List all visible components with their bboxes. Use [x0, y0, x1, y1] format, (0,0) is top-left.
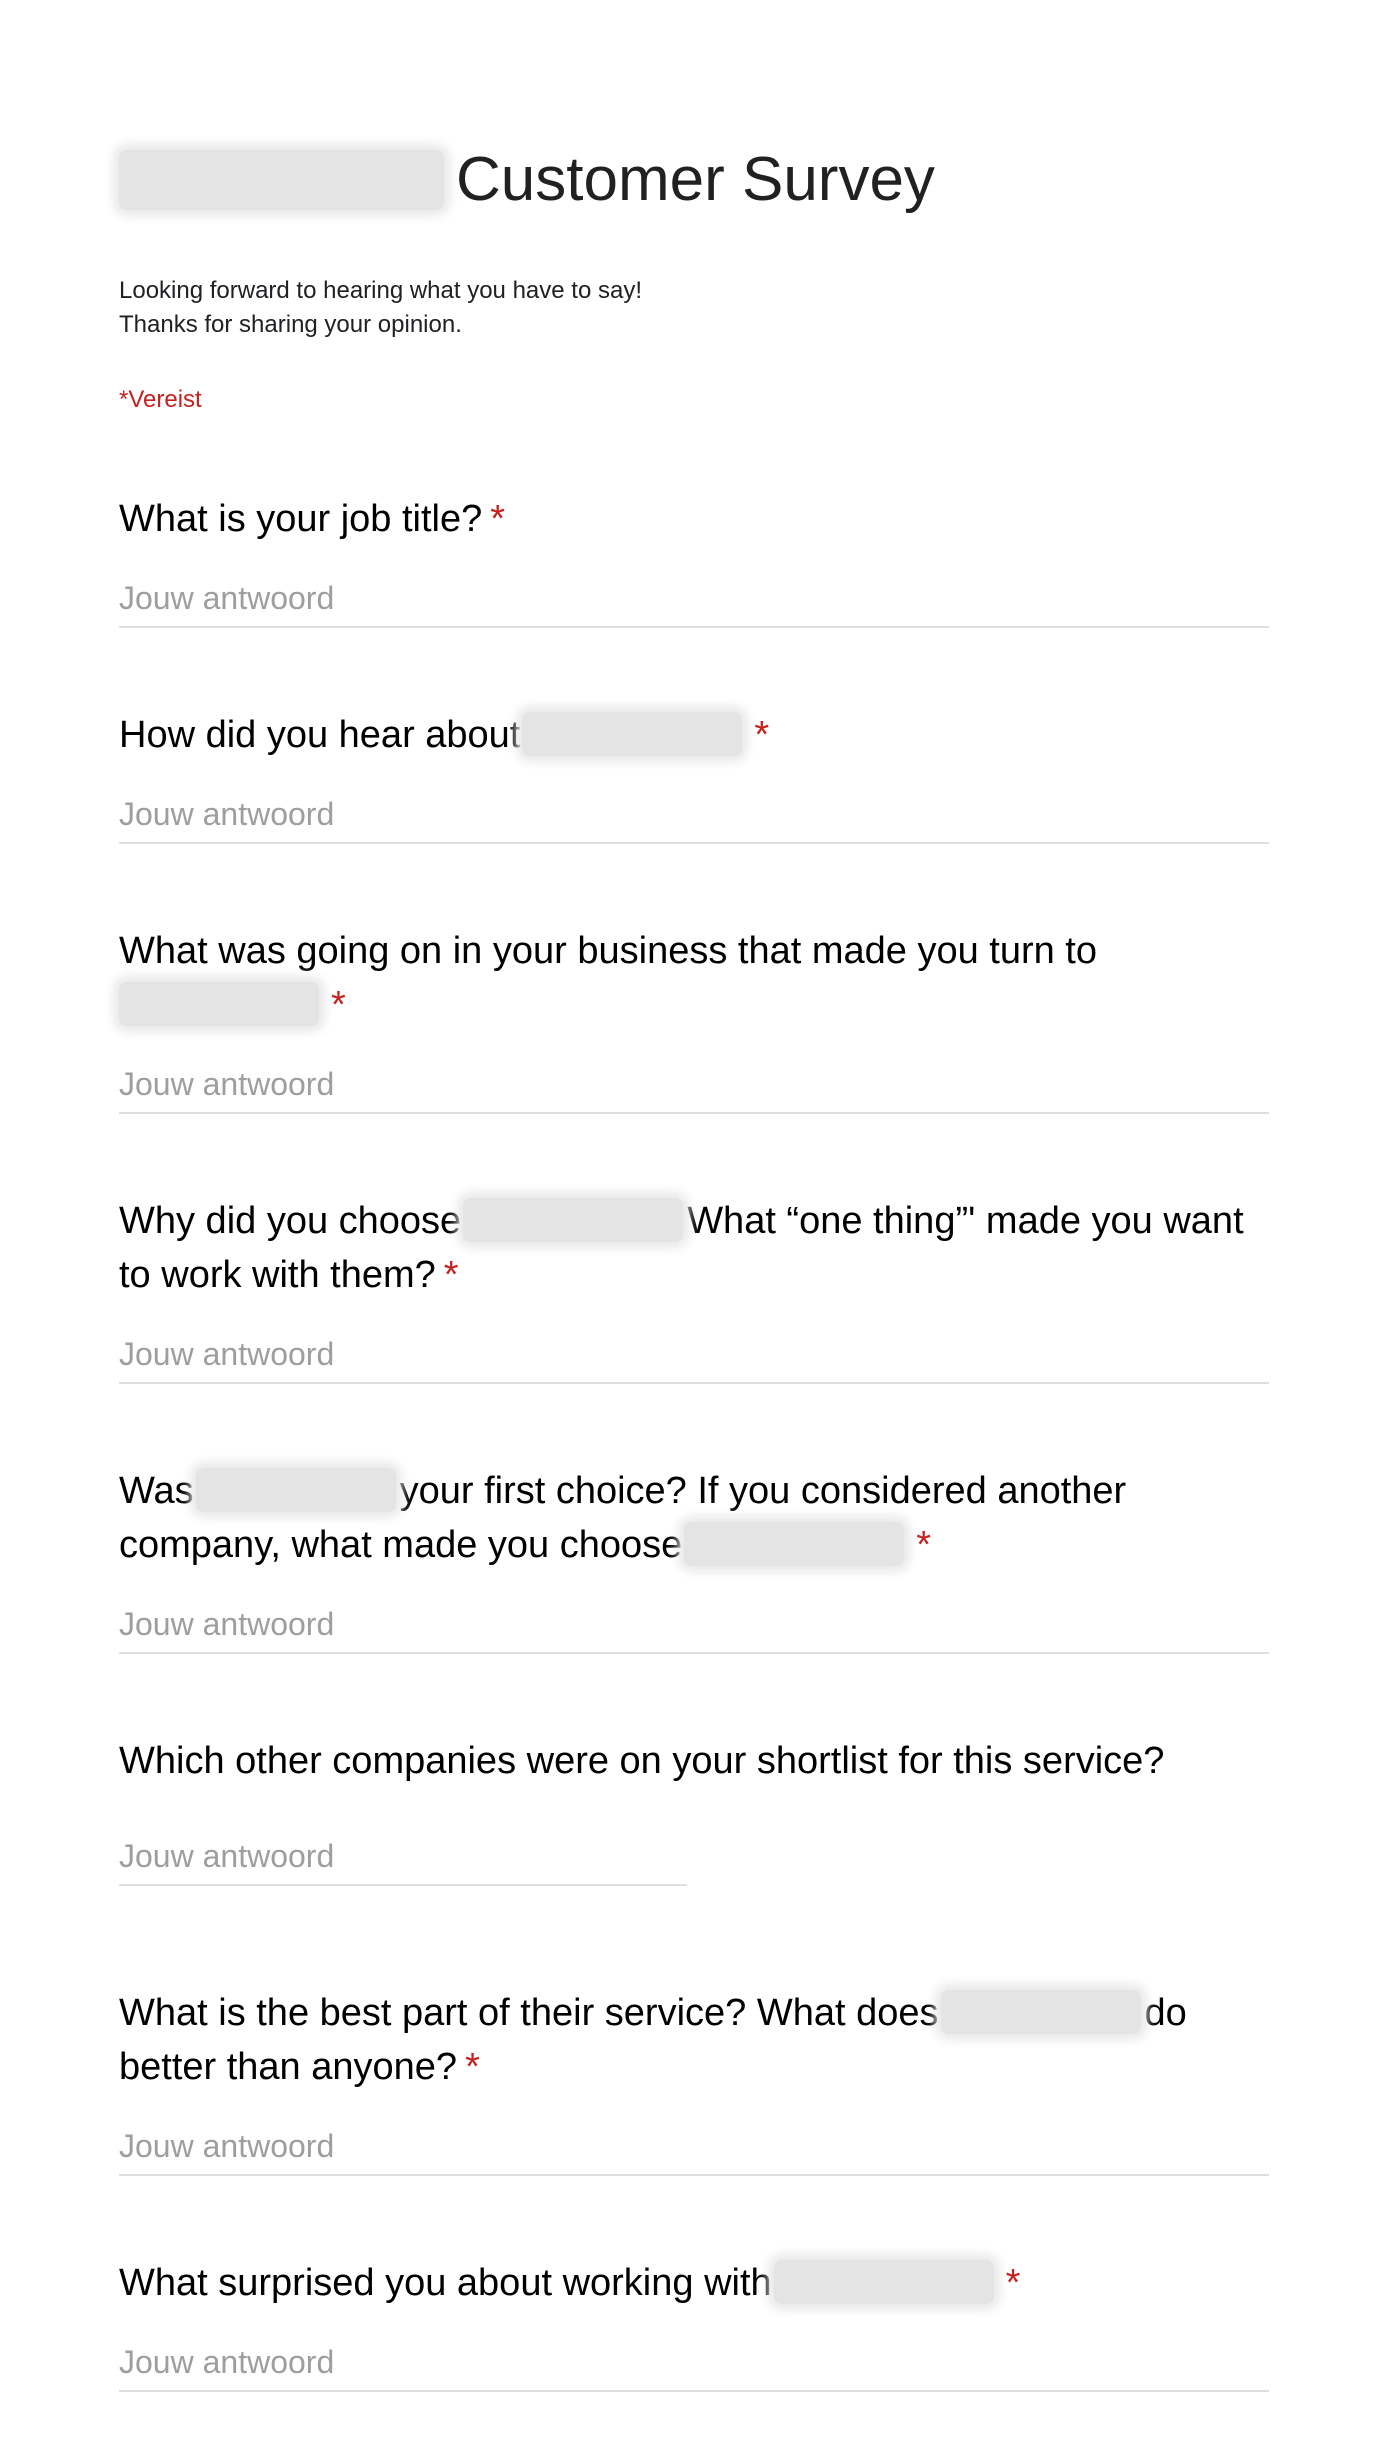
required-note: *Vereist	[119, 386, 202, 413]
description-line: Looking forward to hearing what you have…	[119, 277, 642, 304]
question-surprised: What surprised you about working with *	[119, 2256, 1269, 2310]
description-line: Thanks for sharing your opinion.	[119, 311, 462, 338]
question-why-choose: Why did you choose What “one thing”' made…	[119, 1194, 1269, 1302]
question-text: What surprised you about working with	[119, 2262, 772, 2304]
question-title: What is the best part of their service? …	[119, 1986, 1269, 2094]
answer-field[interactable]	[119, 1602, 1269, 1654]
question-best-part: What is the best part of their service? …	[119, 1986, 1269, 2094]
question-business-reason: What was going on in your business that …	[119, 924, 1269, 1032]
redacted-company-name	[684, 1521, 905, 1566]
question-title: What is your job title? *	[119, 492, 1269, 546]
answer-field[interactable]	[119, 1332, 1269, 1384]
answer-field[interactable]	[119, 576, 1269, 628]
redacted-company-name	[522, 711, 743, 756]
question-title: Why did you choose What “one thing”' made…	[119, 1194, 1269, 1302]
answer-field[interactable]	[119, 1834, 687, 1886]
question-text: Why did you choose	[119, 1200, 462, 1242]
redacted-company-name	[119, 981, 319, 1026]
redacted-company-name	[195, 1467, 396, 1512]
question-first-choice: Was your first choice? If you considered …	[119, 1464, 1269, 1572]
required-star: *	[443, 1254, 459, 1296]
answer-field[interactable]	[119, 2124, 1269, 2176]
form-title: Customer Survey	[456, 145, 935, 214]
question-hear-about: How did you hear about *	[119, 708, 1269, 762]
question-title: How did you hear about *	[119, 708, 1269, 762]
required-star: *	[465, 2046, 480, 2088]
redacted-company-name	[940, 1989, 1141, 2034]
required-star: *	[331, 984, 346, 1026]
required-star: *	[916, 1524, 932, 1566]
form-description: Looking forward to hearing what you have…	[119, 274, 642, 342]
question-job-title: What is your job title? *	[119, 492, 1269, 546]
redacted-company-name	[119, 150, 444, 210]
question-text: How did you hear about	[119, 714, 521, 756]
question-text: What was going on in your business that …	[119, 930, 1097, 972]
question-title: What surprised you about working with *	[119, 2256, 1269, 2310]
redacted-company-name	[773, 2259, 994, 2304]
form-header: Customer Survey	[119, 140, 935, 220]
required-star: *	[754, 714, 770, 756]
question-text: Which other companies were on your short…	[119, 1740, 1165, 1782]
answer-field[interactable]	[119, 2340, 1269, 2392]
question-title: Which other companies were on your short…	[119, 1734, 1269, 1788]
question-text: What is your job title?	[119, 498, 483, 540]
answer-field[interactable]	[119, 1062, 1269, 1114]
answer-field[interactable]	[119, 792, 1269, 844]
question-title: Was your first choice? If you considered …	[119, 1464, 1269, 1572]
required-star: *	[1005, 2262, 1021, 2304]
redacted-company-name	[463, 1197, 684, 1242]
question-title: What was going on in your business that …	[119, 924, 1269, 1032]
question-text: What is the best part of their service? …	[119, 1992, 939, 2034]
question-text: Was	[119, 1470, 194, 1512]
question-shortlist: Which other companies were on your short…	[119, 1734, 1269, 1788]
required-star: *	[490, 498, 506, 540]
